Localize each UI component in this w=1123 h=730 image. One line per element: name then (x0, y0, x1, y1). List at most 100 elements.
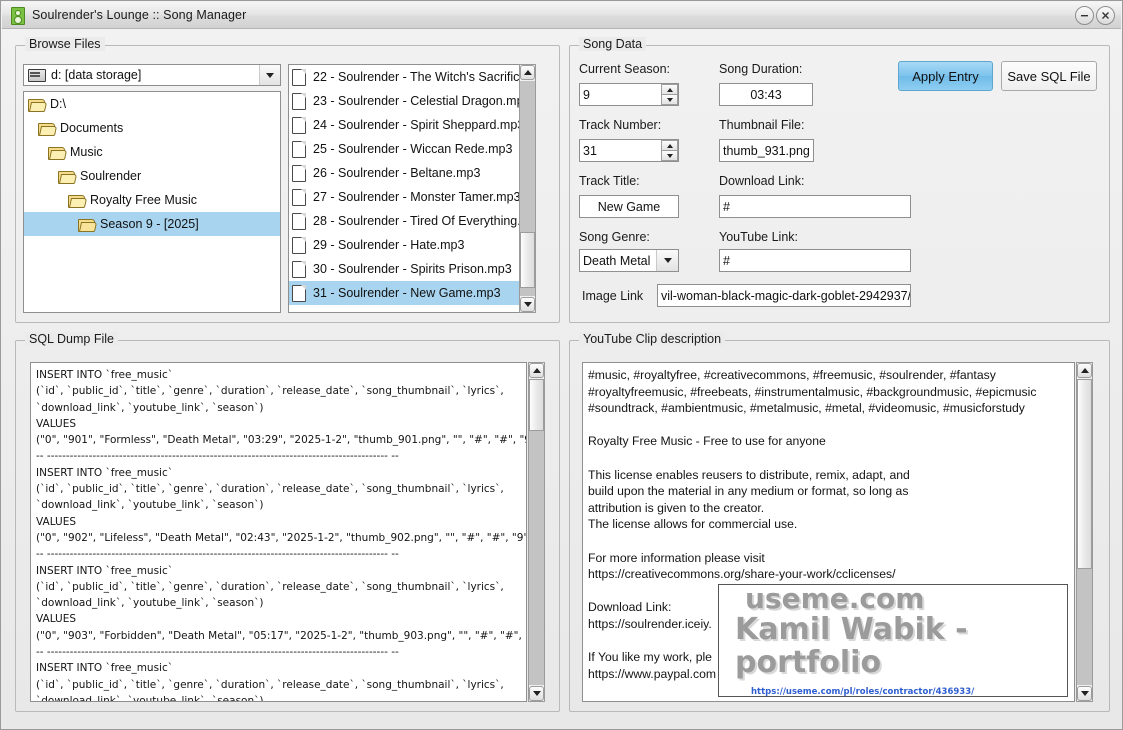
file-list[interactable]: 22 - Soulrender - The Witch's Sacrifice.… (288, 64, 536, 313)
stepper-down-button[interactable] (661, 94, 678, 105)
file-icon (292, 116, 306, 134)
list-item[interactable]: 29 - Soulrender - Hate.mp3 (289, 233, 535, 257)
song-genre-select[interactable]: Death Metal (579, 249, 679, 272)
thumbnail-file-label: Thumbnail File: (719, 118, 805, 132)
window-controls (1075, 5, 1115, 25)
list-item[interactable]: 23 - Soulrender - Celestial Dragon.mp3 (289, 89, 535, 113)
sql-dump-textarea[interactable]: INSERT INTO `free_music` (`id`, `public_… (30, 362, 527, 702)
current-season-label: Current Season: (579, 62, 671, 76)
scroll-up-button[interactable] (520, 65, 535, 80)
file-icon (292, 236, 306, 254)
scroll-down-button[interactable] (529, 686, 544, 701)
tree-item-label: D:\ (50, 97, 66, 111)
scroll-down-button[interactable] (1077, 686, 1092, 701)
file-icon (292, 188, 306, 206)
list-item[interactable]: 27 - Soulrender - Monster Tamer.mp3 (289, 185, 535, 209)
watermark-url: https://useme.com/pl/roles/contractor/43… (751, 687, 975, 698)
file-icon (292, 284, 306, 302)
tree-item[interactable]: Music (24, 140, 280, 164)
thumbnail-file-value: thumb_931.png (723, 143, 810, 158)
folder-icon (38, 122, 58, 136)
list-item[interactable]: 25 - Soulrender - Wiccan Rede.mp3 (289, 137, 535, 161)
track-number-input[interactable]: 31 (579, 139, 679, 162)
list-item[interactable]: 24 - Soulrender - Spirit Sheppard.mp3 (289, 113, 535, 137)
tree-item-label: Soulrender (80, 169, 142, 183)
minimize-button[interactable] (1075, 5, 1094, 25)
song-data-legend: Song Data (579, 37, 647, 51)
chevron-down-icon[interactable] (656, 250, 678, 271)
folder-icon (68, 194, 88, 208)
file-icon (292, 260, 306, 278)
folder-tree[interactable]: D:\ Documents Music Soulrender Royalty Free … (23, 91, 281, 313)
song-duration-input[interactable]: 03:43 (719, 83, 813, 106)
list-item[interactable]: 22 - Soulrender - The Witch's Sacrifice.… (289, 65, 535, 89)
track-number-stepper[interactable] (661, 140, 678, 161)
song-duration-label: Song Duration: (719, 62, 803, 76)
tree-item[interactable]: Soulrender (24, 164, 280, 188)
tree-item-label: Documents (60, 121, 124, 135)
scroll-up-button[interactable] (529, 363, 544, 378)
title-bar: Soulrender's Lounge :: Song Manager (2, 2, 1121, 29)
file-list-scrollbar[interactable] (519, 64, 536, 313)
watermark-overlay: useme.com Kamil Wabik - portfolio https:… (718, 581, 1068, 698)
speaker-icon (9, 7, 25, 25)
download-link-input[interactable]: # (719, 195, 911, 218)
watermark-line1: useme.com (745, 581, 925, 615)
drive-select[interactable]: d: [data storage] (23, 64, 281, 86)
list-item[interactable]: 28 - Soulrender - Tired Of Everything.mp… (289, 209, 535, 233)
close-icon[interactable] (1096, 5, 1115, 25)
list-item[interactable]: 26 - Soulrender - Beltane.mp3 (289, 161, 535, 185)
drive-select-value: d: [data storage] (51, 68, 142, 82)
tree-item[interactable]: Royalty Free Music (24, 188, 280, 212)
file-icon (292, 212, 306, 230)
tree-item[interactable]: Season 9 - [2025] (24, 212, 280, 236)
scroll-up-button[interactable] (1077, 363, 1092, 378)
scroll-down-button[interactable] (520, 297, 535, 312)
current-season-input[interactable]: 9 (579, 83, 679, 106)
tree-item[interactable]: Documents (24, 116, 280, 140)
stepper-up-button[interactable] (661, 140, 678, 150)
track-title-label: Track Title: (579, 174, 640, 188)
scrollbar-thumb[interactable] (1077, 379, 1092, 569)
youtube-description-scrollbar[interactable] (1076, 362, 1093, 702)
stepper-up-button[interactable] (661, 84, 678, 94)
scrollbar-thumb[interactable] (529, 379, 544, 431)
track-title-input[interactable]: New Game (579, 195, 679, 218)
file-icon (292, 164, 306, 182)
folder-icon (28, 98, 48, 112)
tree-item-label: Royalty Free Music (90, 193, 197, 207)
list-item-label: 29 - Soulrender - Hate.mp3 (313, 238, 465, 252)
list-item[interactable]: 30 - Soulrender - Spirits Prison.mp3 (289, 257, 535, 281)
chevron-down-icon[interactable] (259, 65, 280, 85)
app-window: Soulrender's Lounge :: Song Manager Brow… (0, 0, 1123, 730)
image-link-value: vil-woman-black-magic-dark-goblet-294293… (661, 288, 911, 303)
file-icon (292, 68, 306, 86)
youtube-link-value: # (723, 253, 730, 268)
image-link-label: Image Link (582, 289, 644, 303)
tree-item-label: Season 9 - [2025] (100, 217, 199, 231)
download-link-value: # (723, 199, 730, 214)
song-genre-value: Death Metal (583, 253, 651, 268)
tree-item[interactable]: D:\ (24, 92, 280, 116)
list-item-label: 23 - Soulrender - Celestial Dragon.mp3 (313, 94, 531, 108)
list-item-label: 25 - Soulrender - Wiccan Rede.mp3 (313, 142, 513, 156)
sql-dump-scrollbar[interactable] (528, 362, 545, 702)
current-season-stepper[interactable] (661, 84, 678, 105)
stepper-down-button[interactable] (661, 150, 678, 161)
youtube-link-label: YouTube Link: (719, 230, 798, 244)
tree-item-label: Music (70, 145, 103, 159)
folder-icon (48, 146, 68, 160)
current-season-value: 9 (583, 87, 590, 102)
list-item-label: 31 - Soulrender - New Game.mp3 (313, 286, 501, 300)
song-genre-label: Song Genre: (579, 230, 650, 244)
thumbnail-file-input[interactable]: thumb_931.png (719, 139, 814, 162)
youtube-link-input[interactable]: # (719, 249, 911, 272)
list-item[interactable]: 31 - Soulrender - New Game.mp3 (289, 281, 535, 305)
file-icon (292, 92, 306, 110)
folder-icon (78, 218, 98, 232)
scrollbar-thumb[interactable] (520, 232, 535, 288)
sql-dump-content: INSERT INTO `free_music` (`id`, `public_… (36, 369, 526, 702)
save-sql-file-button[interactable]: Save SQL File (1001, 61, 1097, 91)
apply-entry-button[interactable]: Apply Entry (898, 61, 993, 91)
image-link-input[interactable]: vil-woman-black-magic-dark-goblet-294293… (657, 284, 911, 307)
